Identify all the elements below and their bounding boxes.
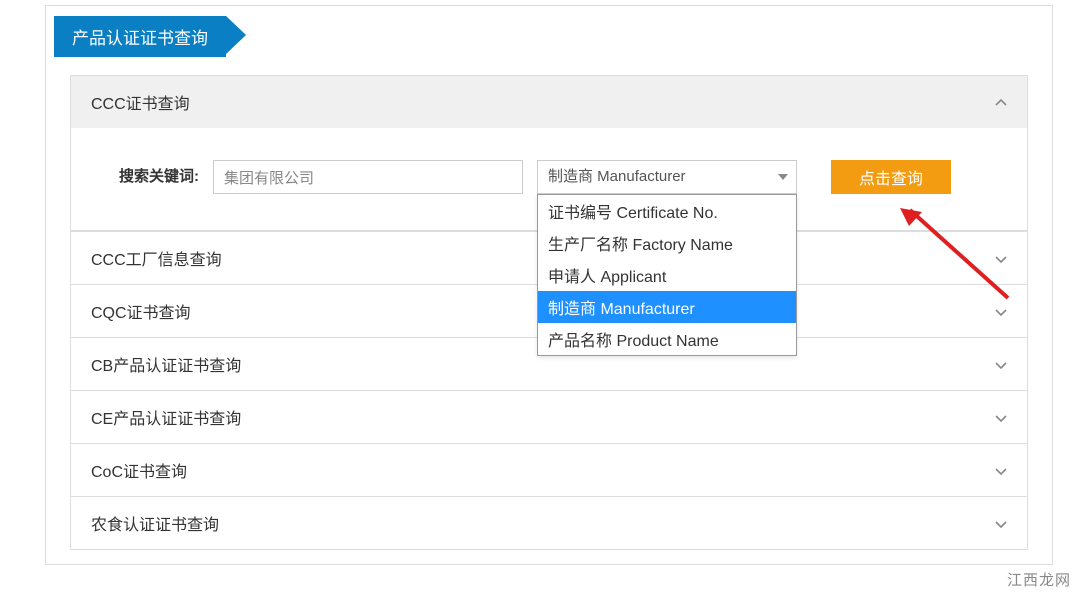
accordion-item-coc: CoC证书查询 — [70, 444, 1028, 497]
dropdown-option-manufacturer[interactable]: 制造商 Manufacturer — [538, 291, 796, 323]
search-input[interactable] — [213, 160, 523, 194]
dropdown-option-applicant[interactable]: 申请人 Applicant — [538, 259, 796, 291]
accordion-header-coc[interactable]: CoC证书查询 — [71, 444, 1027, 496]
accordion-label: CoC证书查询 — [91, 458, 187, 482]
accordion-label: CB产品认证证书查询 — [91, 352, 241, 376]
tab-header: 产品认证证书查询 — [54, 16, 1052, 57]
dropdown-option-product-name[interactable]: 产品名称 Product Name — [538, 323, 796, 355]
search-button[interactable]: 点击查询 — [831, 160, 951, 194]
dropdown-list: 证书编号 Certificate No. 生产厂名称 Factory Name … — [537, 194, 797, 356]
select-value: 制造商 Manufacturer — [548, 168, 686, 185]
accordion-label: CCC工厂信息查询 — [91, 246, 222, 270]
accordion-item-ccc: CCC证书查询 搜索关键词: 制造商 Manufacturer 证书编号 Cer… — [70, 75, 1028, 232]
accordion-label: CQC证书查询 — [91, 299, 191, 323]
chevron-down-icon — [995, 358, 1007, 370]
chevron-down-icon — [995, 464, 1007, 476]
main-container: 产品认证证书查询 CCC证书查询 搜索关键词: 制造商 Manufacturer — [45, 5, 1053, 565]
accordion-label: 农食认证证书查询 — [91, 511, 219, 535]
accordion-item-agrifood: 农食认证证书查询 — [70, 497, 1028, 550]
accordion-label: CCC证书查询 — [91, 90, 190, 114]
dropdown-option-factory-name[interactable]: 生产厂名称 Factory Name — [538, 227, 796, 259]
search-panel: 搜索关键词: 制造商 Manufacturer 证书编号 Certificate… — [71, 128, 1027, 231]
watermark: 江西龙网 — [1007, 569, 1071, 590]
caret-down-icon — [778, 174, 788, 180]
chevron-down-icon — [995, 517, 1007, 529]
search-type-select[interactable]: 制造商 Manufacturer 证书编号 Certificate No. 生产… — [537, 160, 797, 194]
chevron-down-icon — [995, 252, 1007, 264]
select-display[interactable]: 制造商 Manufacturer — [537, 160, 797, 194]
search-label: 搜索关键词: — [99, 160, 199, 194]
accordion-label: CE产品认证证书查询 — [91, 405, 241, 429]
accordion: CCC证书查询 搜索关键词: 制造商 Manufacturer 证书编号 Cer… — [70, 75, 1028, 550]
chevron-down-icon — [995, 411, 1007, 423]
accordion-item-ce: CE产品认证证书查询 — [70, 391, 1028, 444]
accordion-header-ce[interactable]: CE产品认证证书查询 — [71, 391, 1027, 443]
accordion-header-ccc[interactable]: CCC证书查询 — [71, 76, 1027, 128]
chevron-up-icon — [995, 96, 1007, 108]
chevron-down-icon — [995, 305, 1007, 317]
page-title: 产品认证证书查询 — [54, 16, 226, 57]
dropdown-option-certificate-no[interactable]: 证书编号 Certificate No. — [538, 195, 796, 227]
accordion-header-agrifood[interactable]: 农食认证证书查询 — [71, 497, 1027, 549]
